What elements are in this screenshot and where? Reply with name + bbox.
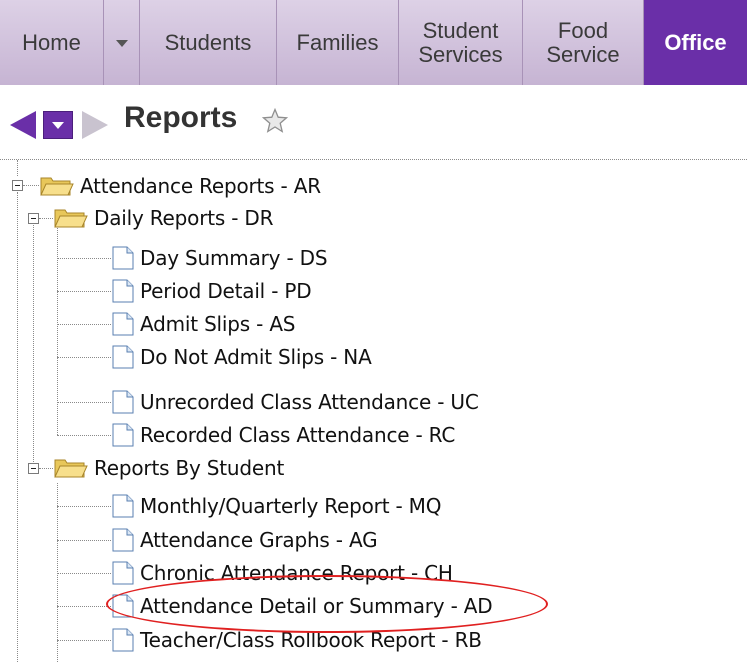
tab-student-services-label-2: Services bbox=[418, 41, 503, 67]
top-nav-bar: Home Students Families Student Services … bbox=[0, 0, 747, 85]
tree-line bbox=[39, 468, 53, 469]
tree-leaf-label: Teacher/Class Rollbook Report - RB bbox=[140, 628, 482, 652]
tree-node-reports-by-student[interactable]: Reports By Student bbox=[54, 452, 284, 484]
tree-leaf-recorded-class-attendance[interactable]: Recorded Class Attendance - RC bbox=[112, 419, 455, 451]
tree-leaf-period-detail[interactable]: Period Detail - PD bbox=[112, 275, 312, 307]
tree-line bbox=[57, 506, 111, 507]
tab-families[interactable]: Families bbox=[277, 0, 399, 85]
tree-leaf-admit-slips[interactable]: Admit Slips - AS bbox=[112, 308, 295, 340]
tree-line bbox=[57, 435, 111, 436]
tab-food-service-label-2: Service bbox=[546, 41, 620, 67]
star-icon[interactable] bbox=[262, 108, 288, 134]
tab-food-service-label-1: Food bbox=[557, 17, 609, 43]
tree-leaf-monthly-quarterly-report[interactable]: Monthly/Quarterly Report - MQ bbox=[112, 490, 441, 522]
tree-leaf-teacher-class-rollbook-report[interactable]: Teacher/Class Rollbook Report - RB bbox=[112, 624, 482, 656]
nav-dropdown-button[interactable] bbox=[104, 0, 140, 85]
tab-office-label: Office bbox=[664, 29, 727, 55]
tree-node-label: Attendance Reports - AR bbox=[80, 174, 321, 198]
tab-students[interactable]: Students bbox=[140, 0, 277, 85]
tab-food-service[interactable]: Food Service bbox=[523, 0, 644, 85]
tree-leaf-attendance-detail-or-summary[interactable]: Attendance Detail or Summary - AD bbox=[112, 590, 493, 622]
tree-leaf-attendance-graphs[interactable]: Attendance Graphs - AG bbox=[112, 524, 378, 556]
header-divider bbox=[0, 159, 747, 160]
tree-line bbox=[57, 291, 111, 292]
tree-line bbox=[17, 160, 18, 176]
forward-arrow-icon[interactable] bbox=[78, 108, 112, 142]
tree-line bbox=[57, 258, 111, 259]
tree-line bbox=[57, 225, 58, 435]
tree-leaf-day-summary[interactable]: Day Summary - DS bbox=[112, 242, 328, 274]
tree-line bbox=[57, 357, 111, 358]
document-icon bbox=[112, 390, 134, 414]
tree-line bbox=[23, 185, 39, 186]
tree-line bbox=[57, 402, 111, 403]
tree-line bbox=[33, 225, 34, 468]
tree-leaf-do-not-admit-slips[interactable]: Do Not Admit Slips - NA bbox=[112, 341, 372, 373]
folder-open-icon bbox=[54, 459, 88, 478]
document-icon bbox=[112, 246, 134, 270]
document-icon bbox=[112, 279, 134, 303]
tab-home[interactable]: Home bbox=[0, 0, 104, 85]
tab-home-label: Home bbox=[22, 29, 81, 55]
tree-leaf-label: Attendance Graphs - AG bbox=[140, 528, 378, 552]
tree-leaf-label: Attendance Detail or Summary - AD bbox=[140, 594, 493, 618]
tree-line bbox=[17, 192, 18, 662]
collapse-toggle-daily-reports[interactable] bbox=[28, 213, 39, 224]
tree-leaf-label: Recorded Class Attendance - RC bbox=[140, 423, 456, 447]
tab-student-services[interactable]: Student Services bbox=[399, 0, 523, 85]
tree-line bbox=[57, 640, 111, 641]
tree-node-label: Daily Reports - DR bbox=[94, 206, 274, 230]
tree-leaf-chronic-attendance-report[interactable]: Chronic Attendance Report - CH bbox=[112, 557, 453, 589]
document-icon bbox=[112, 628, 134, 652]
document-icon bbox=[112, 561, 134, 585]
folder-open-icon bbox=[40, 177, 74, 196]
tree-leaf-label: Unrecorded Class Attendance - UC bbox=[140, 390, 479, 414]
tree-leaf-label: Monthly/Quarterly Report - MQ bbox=[140, 494, 442, 518]
tab-students-label: Students bbox=[164, 29, 252, 55]
tree-leaf-label: Day Summary - DS bbox=[140, 246, 328, 270]
document-icon bbox=[112, 423, 134, 447]
tree-leaf-unrecorded-class-attendance[interactable]: Unrecorded Class Attendance - UC bbox=[112, 386, 479, 418]
document-icon bbox=[112, 528, 134, 552]
folder-open-icon bbox=[54, 209, 88, 228]
tree-line bbox=[57, 573, 111, 574]
collapse-toggle-root[interactable] bbox=[12, 180, 23, 191]
page-title: Reports bbox=[124, 101, 238, 134]
tree-node-daily-reports[interactable]: Daily Reports - DR bbox=[54, 202, 274, 234]
tree-leaf-label: Period Detail - PD bbox=[140, 279, 312, 303]
caret-down-icon bbox=[115, 39, 128, 47]
tab-student-services-label-1: Student bbox=[422, 17, 499, 43]
tree-leaf-label: Chronic Attendance Report - CH bbox=[140, 561, 453, 585]
tree-leaf-label: Do Not Admit Slips - NA bbox=[140, 345, 372, 369]
tree-line bbox=[57, 324, 111, 325]
history-dropdown-icon[interactable] bbox=[43, 111, 73, 139]
tree-node-attendance-reports[interactable]: Attendance Reports - AR bbox=[40, 170, 321, 202]
document-icon bbox=[112, 345, 134, 369]
document-icon bbox=[112, 594, 134, 618]
tree-leaf-label: Admit Slips - AS bbox=[140, 312, 296, 336]
document-icon bbox=[112, 312, 134, 336]
back-arrow-icon[interactable] bbox=[6, 108, 40, 142]
tree-line bbox=[57, 540, 111, 541]
tree-line bbox=[57, 606, 111, 607]
document-icon bbox=[112, 494, 134, 518]
collapse-toggle-reports-by-student[interactable] bbox=[28, 463, 39, 474]
tab-families-label: Families bbox=[296, 29, 379, 55]
tree-line bbox=[39, 218, 53, 219]
tree-node-label: Reports By Student bbox=[94, 456, 285, 480]
tab-office[interactable]: Office bbox=[644, 0, 747, 85]
